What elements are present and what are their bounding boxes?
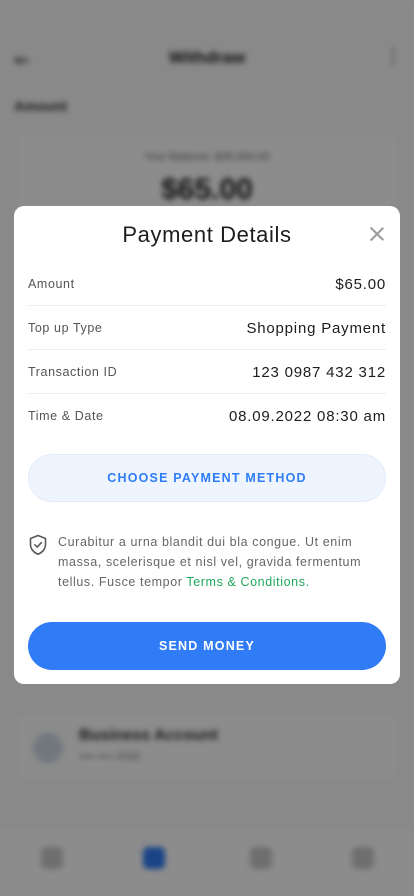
terms-link[interactable]: Terms & Conditions. [186,575,309,589]
detail-row-amount: Amount $65.00 [28,262,386,306]
detail-row-time-date: Time & Date 08.09.2022 08:30 am [28,394,386,438]
choose-payment-method-button[interactable]: CHOOSE PAYMENT METHOD [28,454,386,502]
detail-row-transaction-id: Transaction ID 123 0987 432 312 [28,350,386,394]
row-label: Amount [28,277,75,291]
shield-check-icon [29,534,47,555]
notice-text: Curabitur a urna blandit dui bla congue.… [58,532,386,592]
row-label: Top up Type [28,321,103,335]
send-money-button[interactable]: SEND MONEY [28,622,386,670]
close-icon[interactable] [366,223,388,245]
payment-details-modal: Payment Details Amount $65.00 Top up Typ… [14,206,400,684]
row-value: 08.09.2022 08:30 am [229,407,386,425]
terms-notice: Curabitur a urna blandit dui bla congue.… [28,532,386,592]
detail-row-topup-type: Top up Type Shopping Payment [28,306,386,350]
row-label: Transaction ID [28,365,118,379]
row-value: $65.00 [335,275,386,293]
modal-title: Payment Details [122,222,292,247]
row-label: Time & Date [28,409,104,423]
row-value: Shopping Payment [246,319,386,337]
row-value: 123 0987 432 312 [252,363,386,381]
